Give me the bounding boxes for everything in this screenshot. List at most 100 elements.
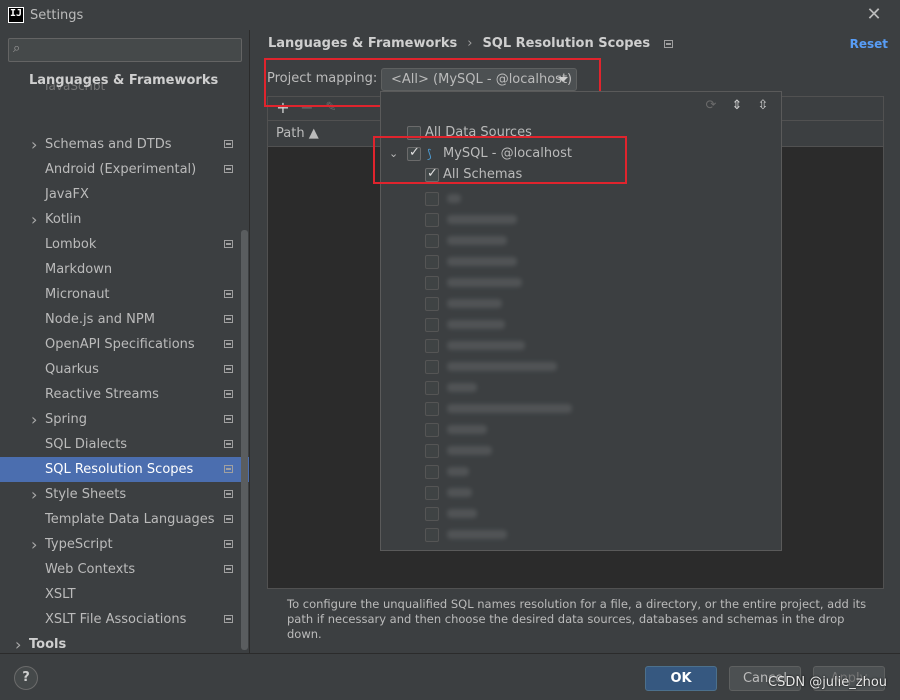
refresh-icon[interactable]: ⟳ [701, 96, 721, 116]
all-data-sources-row[interactable]: All Data Sources [381, 122, 781, 143]
schema-checkbox[interactable] [425, 254, 439, 269]
apply-button[interactable]: Apply [813, 666, 885, 691]
help-button[interactable]: ? [14, 666, 38, 690]
datasource-label: MySQL - @localhost [443, 146, 572, 161]
schema-row[interactable] [381, 377, 781, 398]
schema-row[interactable] [381, 482, 781, 503]
project-scope-icon [224, 440, 233, 448]
schema-checkbox[interactable] [425, 212, 439, 227]
sidebar-item[interactable]: OpenAPI Specifications [0, 332, 249, 357]
schema-row[interactable] [381, 209, 781, 230]
sidebar-item[interactable]: Web Contexts [0, 557, 249, 582]
schema-row[interactable] [381, 419, 781, 440]
sidebar-item[interactable]: XSLT [0, 582, 249, 607]
ok-button[interactable]: OK [645, 666, 717, 691]
all-schemas-checkbox[interactable] [425, 166, 439, 182]
chevron-right-icon[interactable]: › [31, 132, 37, 157]
sidebar-item-label: SQL Resolution Scopes [45, 462, 194, 477]
schema-checkbox[interactable] [425, 401, 439, 416]
settings-search[interactable]: ⌕ [8, 38, 242, 62]
sidebar-item[interactable]: SQL Resolution Scopes [0, 457, 249, 482]
schema-name-redacted [447, 530, 507, 539]
sidebar-item[interactable]: Markdown [0, 257, 249, 282]
expand-all-icon[interactable]: ⇕ [727, 96, 747, 116]
sidebar-item[interactable]: Reactive Streams [0, 382, 249, 407]
schema-checkbox[interactable] [425, 380, 439, 395]
schema-checkbox[interactable] [425, 443, 439, 458]
collapse-all-icon[interactable]: ⇳ [753, 96, 773, 116]
schema-row[interactable] [381, 398, 781, 419]
sidebar-item-label: TypeScript [45, 537, 113, 552]
sidebar-item[interactable]: XSLT File Associations [0, 607, 249, 632]
schema-row[interactable] [381, 272, 781, 293]
schema-checkbox[interactable] [425, 296, 439, 311]
chevron-right-icon[interactable]: › [31, 407, 37, 432]
schema-row[interactable] [381, 335, 781, 356]
sidebar-item[interactable]: Lombok [0, 232, 249, 257]
schema-name-redacted [447, 362, 557, 371]
sidebar-item[interactable]: SQL Dialects [0, 432, 249, 457]
sidebar-item[interactable]: Android (Experimental) [0, 157, 249, 182]
chevron-down-icon[interactable]: ⌄ [389, 147, 398, 160]
search-input[interactable] [35, 41, 235, 59]
datasource-checkbox[interactable] [407, 145, 421, 161]
sidebar-top-item[interactable]: › Tools [0, 632, 249, 653]
schema-checkbox[interactable] [425, 191, 439, 206]
chevron-right-icon[interactable]: › [15, 632, 21, 653]
schema-checkbox[interactable] [425, 464, 439, 479]
sidebar-item-label: Quarkus [45, 362, 99, 377]
sidebar-item-label: Schemas and DTDs [45, 137, 172, 152]
schema-row[interactable] [381, 188, 781, 209]
column-header-path[interactable]: Path ▲ [276, 126, 319, 141]
all-data-sources-checkbox[interactable] [407, 125, 421, 140]
schema-checkbox[interactable] [425, 506, 439, 521]
sidebar-item-label: OpenAPI Specifications [45, 337, 195, 352]
schema-row[interactable] [381, 503, 781, 524]
sidebar-item[interactable]: JavaFX [0, 182, 249, 207]
remove-icon[interactable]: − [298, 99, 316, 117]
cancel-button[interactable]: Cancel [729, 666, 801, 691]
sidebar-item[interactable]: Quarkus [0, 357, 249, 382]
schema-checkbox[interactable] [425, 422, 439, 437]
sidebar-item[interactable]: Template Data Languages [0, 507, 249, 532]
sidebar-item[interactable]: › TypeScript [0, 532, 249, 557]
close-icon[interactable]: ✕ [864, 5, 884, 25]
schema-row[interactable] [381, 230, 781, 251]
edit-icon[interactable]: ✎ [322, 99, 340, 117]
schema-row[interactable] [381, 314, 781, 335]
schema-row[interactable] [381, 251, 781, 272]
schema-checkbox[interactable] [425, 359, 439, 374]
project-mapping-value: <All> (MySQL - @localhost) [391, 72, 573, 87]
sidebar-scrollbar[interactable] [241, 230, 248, 650]
schema-row[interactable] [381, 461, 781, 482]
sidebar-item[interactable]: Node.js and NPM [0, 307, 249, 332]
schema-row[interactable] [381, 440, 781, 461]
schema-row[interactable] [381, 293, 781, 314]
sidebar-section-title[interactable]: Languages & Frameworks [29, 73, 218, 88]
chevron-right-icon[interactable]: › [31, 532, 37, 557]
reset-link[interactable]: Reset [850, 37, 888, 51]
sidebar-item[interactable]: › Style Sheets [0, 482, 249, 507]
project-scope-icon [224, 415, 233, 423]
schema-checkbox[interactable] [425, 233, 439, 248]
add-icon[interactable]: + [274, 99, 292, 117]
schema-row[interactable] [381, 524, 781, 545]
schema-name-redacted [447, 446, 492, 455]
schema-checkbox[interactable] [425, 275, 439, 290]
schema-checkbox[interactable] [425, 527, 439, 542]
chevron-right-icon[interactable]: › [31, 207, 37, 232]
schema-checkbox[interactable] [425, 338, 439, 353]
chevron-right-icon[interactable]: › [31, 482, 37, 507]
sort-ascending-icon: ▲ [308, 126, 319, 141]
breadcrumb-parent[interactable]: Languages & Frameworks [268, 36, 457, 51]
project-mapping-dropdown[interactable]: <All> (MySQL - @localhost) [381, 68, 577, 91]
sidebar-item[interactable]: › Spring [0, 407, 249, 432]
all-schemas-row[interactable]: All Schemas [381, 164, 781, 185]
datasource-row[interactable]: ⌄ ⟆ MySQL - @localhost [381, 143, 781, 164]
sidebar-item[interactable]: › Schemas and DTDs [0, 132, 249, 157]
schema-row[interactable] [381, 356, 781, 377]
sidebar-item[interactable]: › Kotlin [0, 207, 249, 232]
sidebar-item[interactable]: Micronaut [0, 282, 249, 307]
schema-checkbox[interactable] [425, 485, 439, 500]
schema-checkbox[interactable] [425, 317, 439, 332]
